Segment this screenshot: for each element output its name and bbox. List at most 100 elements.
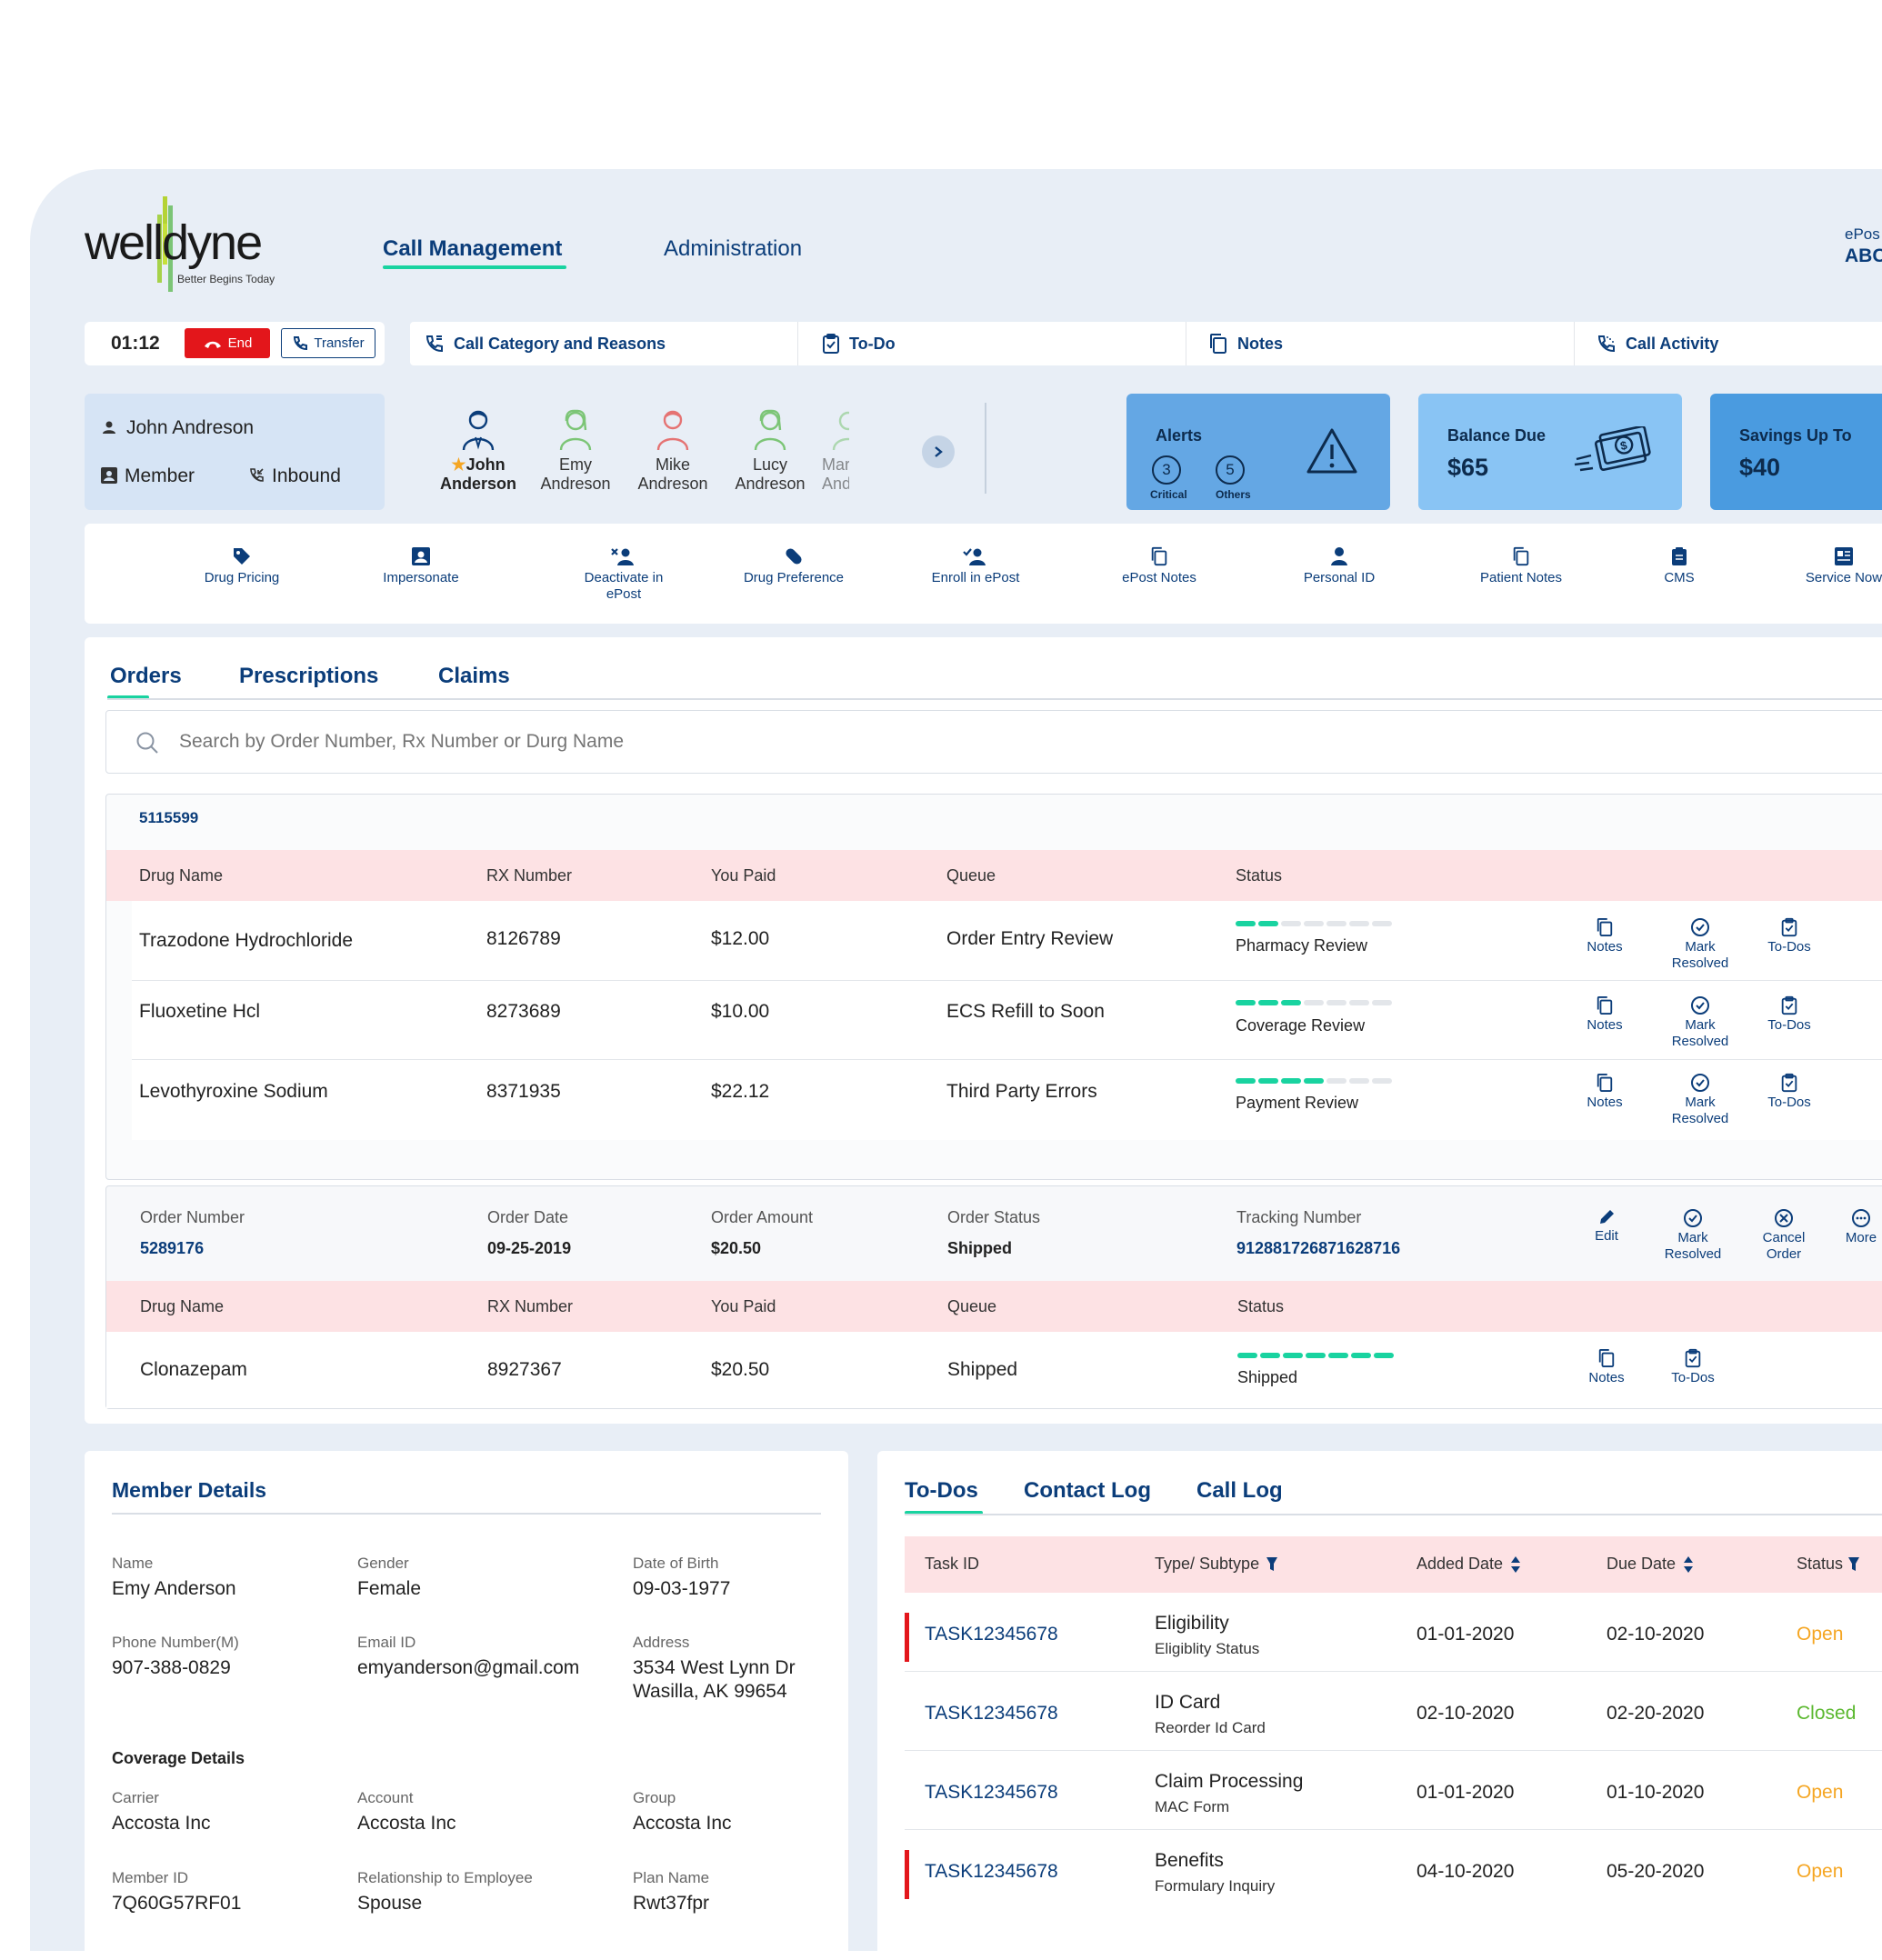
task-id-link[interactable]: TASK12345678 [925,1861,1058,1883]
tab-prescriptions[interactable]: Prescriptions [239,664,378,689]
family-next-button[interactable] [922,435,955,468]
alerts-card[interactable]: Alerts 3 Critical 5 Others [1126,394,1390,510]
order-mark-resolved-button[interactable]: Mark Resolved [1652,1208,1734,1263]
family-member[interactable]: Mar Andre [822,394,849,510]
row-notes-button[interactable]: Notes [1577,1073,1632,1111]
col-added-date[interactable]: Added Date [1417,1555,1521,1574]
tracking-number-link[interactable]: 912881726871628716 [1236,1239,1400,1258]
row-notes-button[interactable]: Notes [1577,995,1632,1034]
caller-role: Member [125,465,195,486]
notes-icon [1598,1349,1615,1367]
action-enroll-epost[interactable]: Enroll in ePost [912,546,1039,586]
table-row[interactable]: TASK12345678 Eligibility Eligiblity Stat… [905,1593,1882,1672]
row-todos-button[interactable]: To-Dos [1661,1348,1725,1386]
order-mark-label: Mark [1677,1230,1708,1245]
order-number-link[interactable]: 5289176 [140,1239,204,1258]
you-paid: $12.00 [711,928,770,949]
table-row[interactable]: Fluoxetine Hcl 8273689 $10.00 ECS Refill… [132,981,1882,1060]
col-type-subtype[interactable]: Type/ Subtype [1155,1555,1278,1574]
field-label: Phone Number(M) [112,1634,239,1651]
transfer-button[interactable]: Transfer [281,328,375,358]
action-service-now[interactable]: Service Now [1785,546,1882,586]
row-mark-resolved-button[interactable]: Mark Resolved [1659,995,1741,1050]
progress-segment [1306,1353,1326,1358]
order-more-button[interactable]: More [1834,1208,1882,1246]
order-more-label: More [1845,1230,1877,1245]
drug-name: Fluoxetine Hcl [139,1001,261,1022]
tab-todos[interactable]: To-Dos [905,1478,978,1504]
alerts-title: Alerts [1156,426,1203,445]
order-items-header: Drug Name RX Number You Paid Queue Statu… [106,1281,1882,1332]
transfer-label: Transfer [314,335,365,351]
action-cms[interactable]: CMS [1634,546,1725,586]
action-epost-notes[interactable]: ePost Notes [1100,546,1218,586]
table-row[interactable]: Levothyroxine Sodium 8371935 $22.12 Thir… [132,1060,1882,1140]
progress-segment [1349,1000,1369,1005]
toolbar-notes[interactable]: Notes [1186,322,1575,365]
toolbar-todo[interactable]: To-Do [798,322,1186,365]
nav-administration[interactable]: Administration [664,236,802,262]
order-edit-button[interactable]: Edit [1579,1208,1634,1245]
nav-call-management[interactable]: Call Management [383,236,562,262]
field-value: emyanderson@gmail.com [357,1657,580,1678]
tab-claims[interactable]: Claims [438,664,510,689]
row-notes-button[interactable]: Notes [1579,1348,1634,1386]
row-todos-label: To-Dos [1767,1017,1811,1033]
row-mark-resolved-button[interactable]: Mark Resolved [1659,1073,1741,1127]
member-details-panel: Member Details Name Emy Anderson Gender … [85,1451,848,1960]
progress-segment [1258,921,1278,926]
status-text: Shipped [1237,1368,1298,1386]
table-row[interactable]: Trazodone Hydrochloride 8126789 $12.00 O… [132,901,1882,981]
table-row[interactable]: TASK12345678 Claim Processing MAC Form 0… [905,1751,1882,1830]
col-due-date[interactable]: Due Date [1607,1555,1694,1574]
col-status[interactable]: Status [1797,1555,1860,1574]
row-todos-button[interactable]: To-Dos [1757,995,1821,1034]
toolbar-call-activity[interactable]: Call Activity [1575,322,1882,365]
status-text: Payment Review [1236,1094,1359,1112]
balance-due-card[interactable]: Balance Due $65 $ [1418,394,1682,510]
action-impersonate[interactable]: Impersonate [362,546,480,586]
savings-card[interactable]: Savings Up To $40 [1710,394,1882,510]
tab-orders[interactable]: Orders [110,664,182,689]
family-member[interactable]: ★John Anderson [428,394,528,510]
row-notes-button[interactable]: Notes [1577,917,1632,955]
hangup-icon [204,341,221,348]
row-mark-resolved-button[interactable]: Mark Resolved [1659,917,1741,972]
table-row[interactable]: TASK12345678 Benefits Formulary Inquiry … [905,1830,1882,1909]
family-member[interactable]: Emy Andreson [530,394,621,510]
end-call-button[interactable]: End [185,328,270,358]
tab-contact-log[interactable]: Contact Log [1024,1478,1151,1504]
sort-icon [1511,1555,1521,1573]
cancel-order-button[interactable]: Cancel Order [1752,1208,1816,1263]
table-row[interactable]: Clonazepam 8927367 $20.50 Shipped Shippe… [106,1332,1882,1408]
table-row[interactable]: TASK12345678 ID Card Reorder Id Card 02-… [905,1672,1882,1751]
action-patient-notes[interactable]: Patient Notes [1462,546,1580,586]
action-drug-pricing[interactable]: Drug Pricing [183,546,301,586]
action-drug-preference[interactable]: Drug Preference [739,546,848,586]
family-member[interactable]: Lucy Andreson [725,394,816,510]
task-id-link[interactable]: TASK12345678 [925,1624,1058,1645]
queue: Shipped [947,1359,1018,1380]
task-due-date: 01-10-2020 [1607,1782,1705,1803]
todos-header: Task ID Type/ Subtype Added Date Due Dat… [905,1536,1882,1593]
filter-icon [1266,1556,1278,1571]
action-label: Impersonate [383,570,459,585]
filter-icon [1848,1556,1860,1571]
phone-transfer-icon [294,335,308,350]
pill-icon [786,548,802,565]
tab-call-log[interactable]: Call Log [1196,1478,1283,1504]
progress-segment [1258,1078,1278,1084]
family-member-last: Andreson [540,475,611,493]
family-member[interactable]: Mike Andreson [627,394,718,510]
task-id-link[interactable]: TASK12345678 [925,1782,1058,1804]
epost-label: ePos [1845,225,1880,243]
action-personal-id[interactable]: Personal ID [1280,546,1398,586]
row-todos-button[interactable]: To-Dos [1757,1073,1821,1111]
order-number-link[interactable]: 5115599 [139,809,198,827]
action-deactivate-epost[interactable]: Deactivate in ePost [569,546,678,603]
task-id-link[interactable]: TASK12345678 [925,1703,1058,1725]
search-input[interactable] [177,725,1814,758]
order-search[interactable] [105,710,1882,774]
row-todos-button[interactable]: To-Dos [1757,917,1821,955]
toolbar-call-category[interactable]: Call Category and Reasons [410,322,798,365]
